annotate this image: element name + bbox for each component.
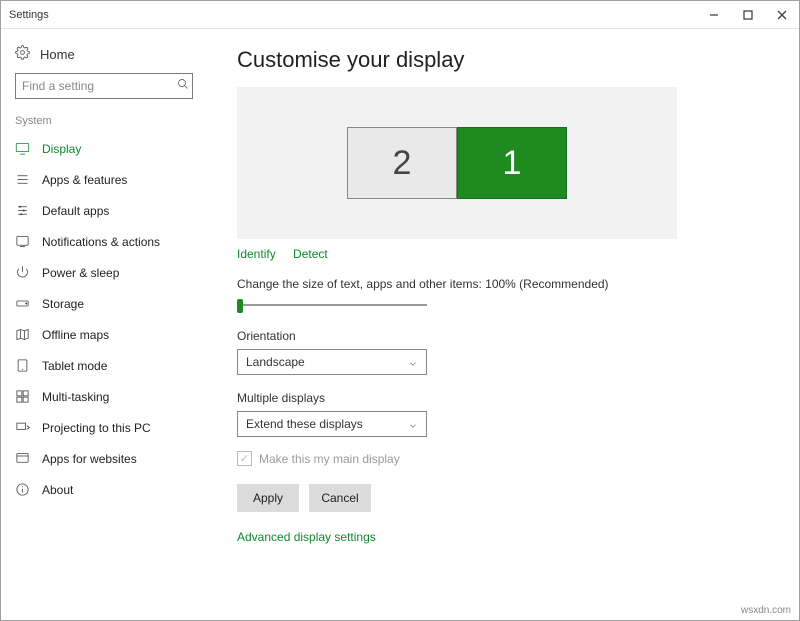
display-links: Identify Detect: [237, 247, 769, 261]
search-wrap: [1, 73, 207, 109]
display-preview[interactable]: 2 1: [237, 87, 677, 239]
apps-icon: [15, 172, 30, 187]
sidebar-item-storage[interactable]: Storage: [1, 288, 207, 319]
search-icon: [177, 77, 189, 95]
storage-icon: [15, 296, 30, 311]
window-body: Home System Display Apps & features: [1, 29, 799, 620]
nav: Display Apps & features Default apps Not…: [1, 133, 207, 505]
notifications-icon: [15, 234, 30, 249]
main-display-checkbox[interactable]: ✓: [237, 451, 252, 466]
scale-slider[interactable]: [237, 297, 427, 313]
search-input[interactable]: [22, 79, 177, 93]
main-display-row: ✓ Make this my main display: [237, 451, 769, 466]
detect-link[interactable]: Detect: [293, 247, 328, 261]
apply-button[interactable]: Apply: [237, 484, 299, 512]
monitor-1-label: 1: [503, 144, 522, 183]
sidebar: Home System Display Apps & features: [1, 29, 207, 620]
slider-track: [237, 304, 427, 306]
advanced-display-link[interactable]: Advanced display settings: [237, 530, 769, 544]
search-box[interactable]: [15, 73, 193, 99]
tablet-icon: [15, 358, 30, 373]
power-icon: [15, 265, 30, 280]
sidebar-item-apps-features[interactable]: Apps & features: [1, 164, 207, 195]
gear-icon: [15, 45, 30, 63]
sidebar-item-label: Notifications & actions: [42, 235, 160, 249]
sidebar-item-projecting[interactable]: Projecting to this PC: [1, 412, 207, 443]
orientation-select[interactable]: Landscape: [237, 349, 427, 375]
map-icon: [15, 327, 30, 342]
sidebar-item-label: Offline maps: [42, 328, 109, 342]
sidebar-item-label: Apps for websites: [42, 452, 137, 466]
sidebar-item-about[interactable]: About: [1, 474, 207, 505]
sidebar-item-label: Display: [42, 142, 81, 156]
sidebar-item-label: About: [42, 483, 73, 497]
cancel-button[interactable]: Cancel: [309, 484, 371, 512]
slider-thumb[interactable]: [237, 299, 243, 313]
sidebar-item-label: Apps & features: [42, 173, 127, 187]
monitor-2[interactable]: 2: [347, 127, 457, 199]
default-apps-icon: [15, 203, 30, 218]
monitor-1[interactable]: 1: [457, 127, 567, 199]
window-controls: [697, 1, 799, 28]
main-display-label: Make this my main display: [259, 452, 400, 466]
content: Customise your display 2 1 Identify Dete…: [207, 29, 799, 620]
window-title: Settings: [9, 9, 697, 21]
monitor-2-label: 2: [393, 144, 412, 183]
sidebar-item-label: Tablet mode: [42, 359, 107, 373]
sidebar-item-label: Projecting to this PC: [42, 421, 151, 435]
sidebar-item-apps-websites[interactable]: Apps for websites: [1, 443, 207, 474]
scale-label: Change the size of text, apps and other …: [237, 277, 769, 291]
home-label: Home: [40, 47, 75, 62]
sidebar-item-notifications[interactable]: Notifications & actions: [1, 226, 207, 257]
button-row: Apply Cancel: [237, 484, 769, 512]
sidebar-item-display[interactable]: Display: [1, 133, 207, 164]
identify-link[interactable]: Identify: [237, 247, 276, 261]
sidebar-item-label: Storage: [42, 297, 84, 311]
sidebar-item-offline-maps[interactable]: Offline maps: [1, 319, 207, 350]
projecting-icon: [15, 420, 30, 435]
sidebar-item-label: Default apps: [42, 204, 109, 218]
home-button[interactable]: Home: [1, 39, 207, 73]
settings-window: Settings Home System Display: [0, 0, 800, 621]
apps-websites-icon: [15, 451, 30, 466]
sidebar-item-power[interactable]: Power & sleep: [1, 257, 207, 288]
sidebar-item-default-apps[interactable]: Default apps: [1, 195, 207, 226]
multiple-displays-select[interactable]: Extend these displays: [237, 411, 427, 437]
minimize-button[interactable]: [697, 1, 731, 28]
multiple-displays-value: Extend these displays: [246, 417, 363, 431]
sidebar-item-tablet-mode[interactable]: Tablet mode: [1, 350, 207, 381]
watermark: wsxdn.com: [741, 605, 791, 616]
info-icon: [15, 482, 30, 497]
close-button[interactable]: [765, 1, 799, 28]
maximize-button[interactable]: [731, 1, 765, 28]
titlebar: Settings: [1, 1, 799, 29]
sidebar-item-label: Multi-tasking: [42, 390, 109, 404]
chevron-down-icon: [408, 358, 418, 372]
orientation-label: Orientation: [237, 329, 769, 343]
multiple-displays-label: Multiple displays: [237, 391, 769, 405]
sidebar-item-label: Power & sleep: [42, 266, 119, 280]
sidebar-item-multitasking[interactable]: Multi-tasking: [1, 381, 207, 412]
section-label: System: [1, 109, 207, 133]
multitasking-icon: [15, 389, 30, 404]
orientation-value: Landscape: [246, 355, 305, 369]
page-title: Customise your display: [237, 47, 769, 73]
display-icon: [15, 141, 30, 156]
chevron-down-icon: [408, 420, 418, 434]
